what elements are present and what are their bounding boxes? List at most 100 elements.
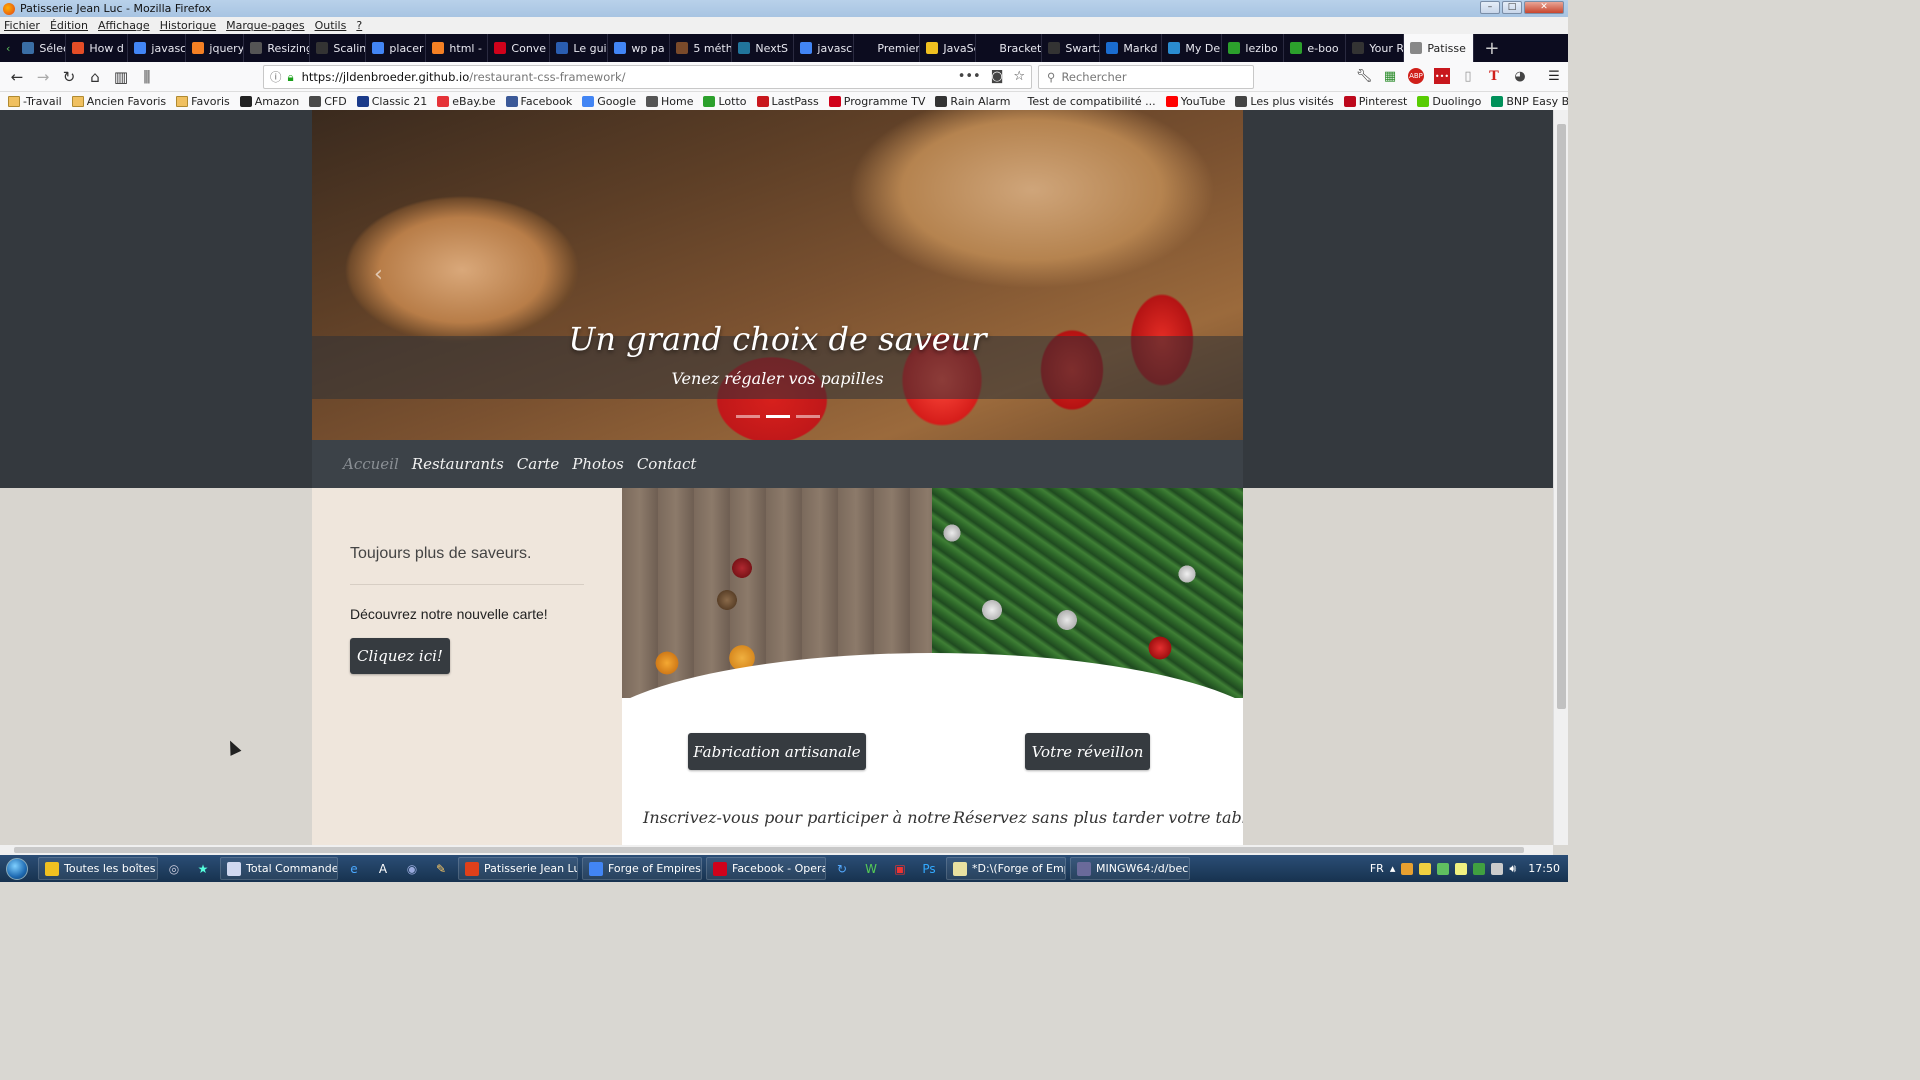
browser-tab[interactable]: e-boo <box>1284 34 1347 62</box>
volume-icon[interactable]: 🔊︎ <box>1509 862 1516 876</box>
nav-link-carte[interactable]: Carte <box>517 455 560 473</box>
browser-tab[interactable]: placer <box>366 34 427 62</box>
taskbar-window-button[interactable]: MINGW64:/d/beco... <box>1070 857 1190 880</box>
browser-tab[interactable]: lezibo <box>1222 34 1285 62</box>
bookmark-duolingo[interactable]: Duolingo <box>1417 95 1481 108</box>
browser-tab[interactable]: wp pa <box>608 34 671 62</box>
browser-tab[interactable]: javasc <box>128 34 187 62</box>
refresh-app-icon[interactable]: ↻ <box>829 857 855 880</box>
maximize-button[interactable]: □ <box>1502 1 1522 14</box>
start-button[interactable] <box>0 855 34 882</box>
ps-app-icon[interactable]: Ps <box>916 857 942 880</box>
bookmark-lotto[interactable]: Lotto <box>703 95 747 108</box>
browser-tab[interactable]: Your R <box>1346 34 1405 62</box>
bookmark-home[interactable]: Home <box>646 95 693 108</box>
tray-app-icon[interactable] <box>1419 862 1432 875</box>
w-app-icon[interactable]: W <box>858 857 884 880</box>
browser-tab[interactable]: JavaSc <box>920 34 977 62</box>
bookmark-lastpass[interactable]: LastPass <box>756 95 819 108</box>
pocket-icon[interactable]: ◙ <box>991 69 1004 84</box>
bookmark-pinterest[interactable]: Pinterest <box>1343 95 1407 108</box>
search-input[interactable]: ⚲ Rechercher <box>1038 65 1254 89</box>
tray-app-icon[interactable] <box>1437 862 1450 875</box>
star-app-icon[interactable]: ★ <box>190 857 216 880</box>
tab-active[interactable]: Patisse✕ <box>1404 34 1475 62</box>
reload-button[interactable]: ↻ <box>56 64 82 90</box>
horizontal-scroll-thumb[interactable] <box>14 847 1524 853</box>
library-icon[interactable]: ⫼ <box>134 64 160 90</box>
bookmark-ancien-favoris[interactable]: Ancien Favoris <box>71 95 166 108</box>
taskbar-window-button[interactable]: Toutes les boîtes de... <box>38 857 158 880</box>
menu-outils[interactable]: Outils <box>315 19 347 32</box>
menu-marque-pages[interactable]: Marque-pages <box>226 19 304 32</box>
hamburger-menu-icon[interactable]: ☰ <box>1546 68 1562 84</box>
forward-button[interactable]: → <box>30 64 56 90</box>
document-icon[interactable]: ▯ <box>1460 68 1476 84</box>
bookmark-programme-tv[interactable]: Programme TV <box>828 95 925 108</box>
back-button[interactable]: ← <box>4 64 30 90</box>
bookmark-cfd[interactable]: CFD <box>309 95 347 108</box>
bookmark-favoris[interactable]: Favoris <box>176 95 230 108</box>
menu-affichage[interactable]: Affichage <box>98 19 150 32</box>
page-actions-icon[interactable]: ••• <box>958 69 981 84</box>
menu-edition[interactable]: Édition <box>50 19 88 32</box>
nav-link-photos[interactable]: Photos <box>572 455 624 473</box>
bookmark-les-plus-visit-s[interactable]: Les plus visités <box>1235 95 1334 108</box>
browser-tab[interactable]: 5 méth <box>670 34 733 62</box>
bookmark-rain-alarm[interactable]: Rain Alarm <box>935 95 1010 108</box>
new-tab-button[interactable]: + <box>1484 38 1499 59</box>
home-button[interactable]: ⌂ <box>82 64 108 90</box>
ie-icon[interactable]: e <box>341 857 367 880</box>
carousel-indicator-2[interactable] <box>766 415 790 418</box>
info-icon[interactable]: ⓘ <box>270 69 282 85</box>
votre-reveillon-button[interactable]: Votre réveillon <box>1025 733 1150 770</box>
browser-tab[interactable]: Scalin <box>310 34 367 62</box>
url-bar[interactable]: ⓘ 🔒︎ https://jldenbroeder.github.io/rest… <box>263 65 1032 89</box>
nav-link-restaurants[interactable]: Restaurants <box>412 455 504 473</box>
browser-tab[interactable]: javasc <box>794 34 855 62</box>
carousel-indicator-3[interactable] <box>796 415 820 418</box>
menu-help[interactable]: ? <box>356 19 362 32</box>
browser-tab[interactable]: How d <box>66 34 129 62</box>
browser-tab[interactable]: html - <box>426 34 489 62</box>
vertical-scrollbar[interactable] <box>1553 110 1568 845</box>
nav-link-contact[interactable]: Contact <box>637 455 697 473</box>
browser-tab[interactable]: Markd <box>1100 34 1163 62</box>
vertical-scroll-thumb[interactable] <box>1557 124 1566 709</box>
taskbar-window-button[interactable]: Patisserie Jean Luc ... <box>458 857 578 880</box>
bookmark-test-de-compatibilit[interactable]: Test de compatibilité ... <box>1020 95 1155 108</box>
taskbar-window-button[interactable]: Forge of Empires - ... <box>582 857 702 880</box>
puzzle-extension-icon[interactable]: ▦ <box>1382 68 1398 84</box>
browser-tab[interactable]: My De <box>1162 34 1223 62</box>
tray-app-icon[interactable] <box>1455 862 1468 875</box>
browser-tab[interactable]: Premiers p <box>854 34 921 62</box>
bookmark-ebay-be[interactable]: eBay.be <box>437 95 496 108</box>
horizontal-scrollbar[interactable] <box>0 845 1553 855</box>
browser-tab[interactable]: Conve <box>488 34 551 62</box>
tab-scroll-left-icon[interactable]: ‹ <box>0 42 16 55</box>
network-icon[interactable] <box>1491 862 1504 875</box>
text-t-icon[interactable]: T <box>1486 68 1502 84</box>
taskbar-window-button[interactable]: Total Commander (... <box>220 857 338 880</box>
tray-expand-icon[interactable]: ▴ <box>1390 862 1396 875</box>
adblock-icon[interactable]: ABP <box>1408 68 1424 84</box>
language-indicator[interactable]: FR <box>1370 862 1384 875</box>
cliquez-ici-button[interactable]: Cliquez ici! <box>350 638 450 674</box>
browser-tab[interactable]: Swartz <box>1042 34 1101 62</box>
fabrication-artisanale-button[interactable]: Fabrication artisanale <box>688 733 866 770</box>
bookmark-facebook[interactable]: Facebook <box>505 95 572 108</box>
sidebar-icon[interactable]: ▥ <box>108 64 134 90</box>
bookmark-classic-21[interactable]: Classic 21 <box>356 95 427 108</box>
browser-tab[interactable]: Sélecti <box>16 34 67 62</box>
font-app-icon[interactable]: A <box>370 857 396 880</box>
browser-tab[interactable]: jquery <box>186 34 245 62</box>
search-app-icon[interactable]: ◎ <box>161 857 187 880</box>
taskbar-window-button[interactable]: *D:\(Forge of Empir... <box>946 857 1066 880</box>
taskbar-window-button[interactable]: Facebook - Opera <box>706 857 826 880</box>
pdf-app-icon[interactable]: ▣ <box>887 857 913 880</box>
close-window-button[interactable]: ✕ <box>1524 1 1564 14</box>
clock[interactable]: 17:50 <box>1528 862 1560 875</box>
tray-app-icon[interactable] <box>1473 862 1486 875</box>
pen-app-icon[interactable]: ✎ <box>428 857 454 880</box>
profile-icon[interactable]: ◕ <box>1512 68 1528 84</box>
